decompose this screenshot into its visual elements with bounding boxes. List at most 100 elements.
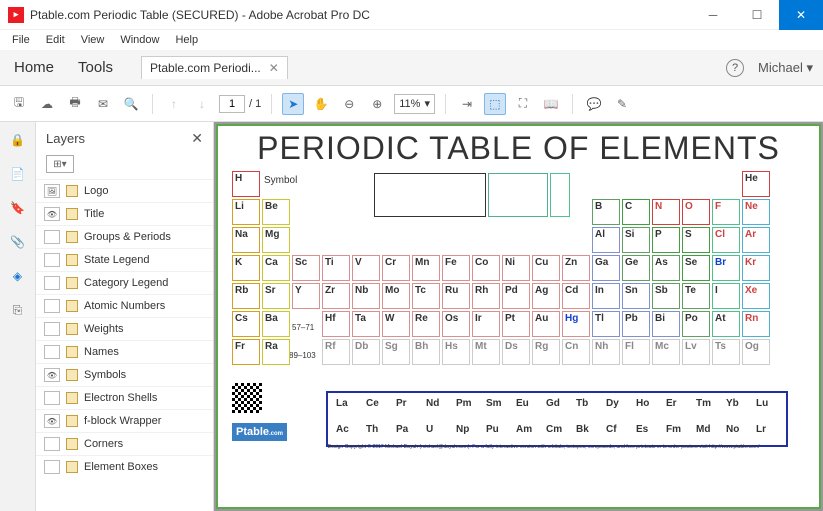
layer-item[interactable]: Names: [36, 340, 213, 363]
element-cell: Bh: [412, 339, 440, 365]
layer-item[interactable]: Electron Shells: [36, 386, 213, 409]
layers-options-icon[interactable]: ⊞▾: [46, 155, 74, 173]
fit-page-icon[interactable]: ⬚: [484, 93, 506, 115]
mail-icon[interactable]: ✉: [92, 93, 114, 115]
layer-item[interactable]: Groups & Periods: [36, 225, 213, 248]
tab-home[interactable]: Home: [10, 53, 58, 82]
element-cell: Bi: [652, 311, 680, 337]
layer-icon: [66, 300, 78, 312]
page-count: / 1: [249, 98, 261, 110]
visibility-toggle[interactable]: [44, 230, 60, 244]
element-cell: Hf: [322, 311, 350, 337]
layer-icon: [66, 346, 78, 358]
page-down-icon[interactable]: ↓: [191, 93, 213, 115]
print-icon[interactable]: 🖶: [64, 93, 86, 115]
layers-icon[interactable]: ◈: [8, 266, 28, 286]
fit-width-icon[interactable]: ⇥: [456, 93, 478, 115]
visibility-toggle[interactable]: [44, 437, 60, 451]
read-mode-icon[interactable]: 📖: [540, 93, 562, 115]
element-cell: Lv: [682, 339, 710, 365]
window-title: Ptable.com Periodic Table (SECURED) - Ad…: [30, 8, 691, 22]
visibility-toggle[interactable]: [44, 253, 60, 267]
visibility-toggle[interactable]: [44, 299, 60, 313]
element-cell: W: [382, 311, 410, 337]
cloud-icon[interactable]: ☁: [36, 93, 58, 115]
page-up-icon[interactable]: ↑: [163, 93, 185, 115]
element-cell: P: [652, 227, 680, 253]
qr-code: [232, 383, 262, 413]
thumbnails-icon[interactable]: 📄: [8, 164, 28, 184]
visibility-toggle[interactable]: 👁: [44, 414, 60, 428]
visibility-toggle[interactable]: [44, 460, 60, 474]
comment-icon[interactable]: 💬: [583, 93, 605, 115]
tab-document[interactable]: Ptable.com Periodi... ✕: [141, 56, 288, 79]
symbol-label: Symbol: [264, 175, 297, 186]
close-button[interactable]: ✕: [779, 0, 823, 30]
fullscreen-icon[interactable]: ⛶: [512, 93, 534, 115]
tab-close-icon[interactable]: ✕: [269, 61, 279, 75]
visibility-toggle[interactable]: [44, 276, 60, 290]
element-cell: Y: [292, 283, 320, 309]
menu-window[interactable]: Window: [114, 33, 165, 47]
element-cell: Tl: [592, 311, 620, 337]
element-cell: Kr: [742, 255, 770, 281]
zoom-out-icon[interactable]: ⊖: [338, 93, 360, 115]
visibility-toggle[interactable]: [44, 345, 60, 359]
document-view[interactable]: PERIODIC TABLE OF ELEMENTS Symbol 57–71 …: [214, 122, 823, 511]
save-icon[interactable]: 🖫: [8, 93, 30, 115]
element-cell: Na: [232, 227, 260, 253]
lock-icon[interactable]: 🔒: [8, 130, 28, 150]
layer-item[interactable]: Element Boxes: [36, 455, 213, 478]
layer-item[interactable]: 👁 Symbols: [36, 363, 213, 386]
tab-tools[interactable]: Tools: [74, 53, 117, 82]
visibility-toggle[interactable]: 👁: [44, 207, 60, 221]
layer-item[interactable]: 👁f-block Wrapper: [36, 409, 213, 432]
layer-icon: [66, 185, 78, 197]
layer-item[interactable]: Weights: [36, 317, 213, 340]
visibility-toggle[interactable]: [44, 322, 60, 336]
element-cell: Lu: [754, 397, 782, 421]
element-cell: Zr: [322, 283, 350, 309]
layer-item[interactable]: 👁Title: [36, 202, 213, 225]
element-cell: Ga: [592, 255, 620, 281]
zoom-in-icon[interactable]: ⊕: [366, 93, 388, 115]
element-cell: Rb: [232, 283, 260, 309]
visibility-toggle[interactable]: 👁: [44, 368, 60, 382]
layer-label: Symbols: [84, 369, 126, 381]
menu-edit[interactable]: Edit: [40, 33, 71, 47]
layer-label: Logo: [84, 185, 108, 197]
visibility-toggle[interactable]: [44, 391, 60, 405]
layer-item[interactable]: Atomic Numbers: [36, 294, 213, 317]
rail: 🔒 📄 🔖 📎 ◈ ⎘: [0, 122, 36, 511]
menu-file[interactable]: File: [6, 33, 36, 47]
element-cell: Cd: [562, 283, 590, 309]
layer-label: State Legend: [84, 254, 149, 266]
layer-item[interactable]: Corners: [36, 432, 213, 455]
attachments-icon[interactable]: 📎: [8, 232, 28, 252]
minimize-button[interactable]: ─: [691, 0, 735, 30]
layer-item[interactable]: Category Legend: [36, 271, 213, 294]
bookmarks-icon[interactable]: 🔖: [8, 198, 28, 218]
maximize-button[interactable]: ☐: [735, 0, 779, 30]
select-tool-icon[interactable]: ➤: [282, 93, 304, 115]
hand-tool-icon[interactable]: ✋: [310, 93, 332, 115]
page: PERIODIC TABLE OF ELEMENTS Symbol 57–71 …: [216, 124, 821, 509]
zoom-select[interactable]: 11% ▾: [394, 94, 435, 114]
element-cell: Ca: [262, 255, 290, 281]
highlight-icon[interactable]: ✎: [611, 93, 633, 115]
layer-label: Element Boxes: [84, 461, 158, 473]
layers-close-icon[interactable]: ✕: [191, 130, 203, 147]
element-cell: Cl: [712, 227, 740, 253]
menu-view[interactable]: View: [75, 33, 111, 47]
layer-item[interactable]: State Legend: [36, 248, 213, 271]
element-cell: Pb: [622, 311, 650, 337]
menu-help[interactable]: Help: [169, 33, 204, 47]
layer-item[interactable]: 🖼 Logo: [36, 179, 213, 202]
search-icon[interactable]: 🔍: [120, 93, 142, 115]
more-icon[interactable]: ⎘: [8, 300, 28, 320]
user-menu[interactable]: Michael ▾: [758, 60, 813, 76]
page-input[interactable]: [219, 95, 245, 113]
help-icon[interactable]: ?: [726, 59, 744, 77]
visibility-toggle[interactable]: 🖼: [44, 184, 60, 198]
element-cell: Ti: [322, 255, 350, 281]
